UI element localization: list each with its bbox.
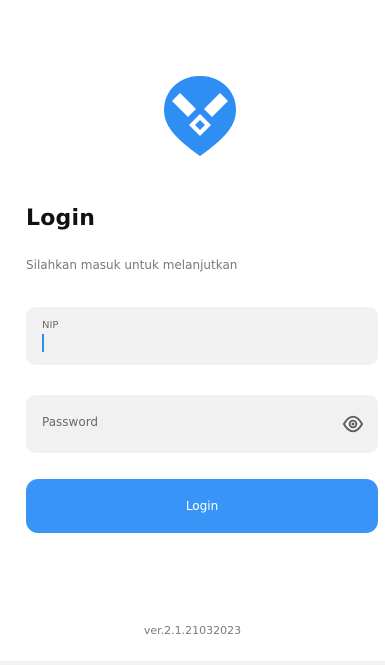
nip-field[interactable]: NIP	[26, 307, 378, 365]
login-screen: Login Silahkan masuk untuk melanjutkan N…	[0, 0, 385, 665]
app-logo	[164, 76, 236, 156]
login-button[interactable]: Login	[26, 479, 378, 533]
login-button-label: Login	[185, 499, 219, 513]
password-field[interactable]: Password	[26, 395, 378, 453]
eye-icon[interactable]	[342, 414, 364, 434]
bottom-bar	[0, 661, 385, 665]
text-cursor	[42, 334, 44, 352]
password-placeholder: Password	[42, 415, 99, 429]
page-title: Login	[26, 206, 96, 231]
nip-label: NIP	[42, 320, 59, 331]
page-subtitle: Silahkan masuk untuk melanjutkan	[26, 258, 238, 272]
app-version: ver.2.1.21032023	[143, 624, 242, 637]
